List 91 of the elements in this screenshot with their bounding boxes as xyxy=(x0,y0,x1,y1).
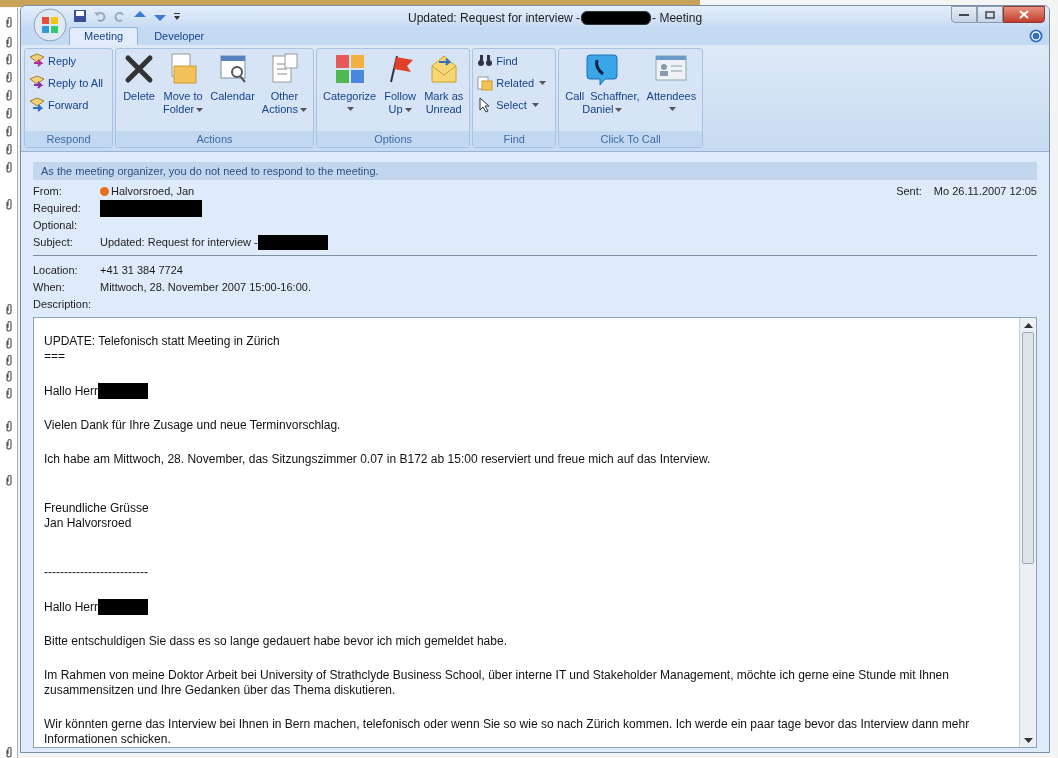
ribbon-button[interactable]: Find xyxy=(476,50,553,71)
close-icon xyxy=(1019,10,1029,19)
body-text: Freundliche Grüsse xyxy=(44,501,150,516)
field-label: From: xyxy=(33,184,63,200)
paperclip-icon xyxy=(5,161,13,173)
paperclip-icon xyxy=(5,71,13,83)
paperclip-icon xyxy=(5,303,13,315)
field-label: Sent: xyxy=(896,184,922,200)
redaction-bar xyxy=(98,383,148,399)
body-text: Vielen Dank für Ihre Zusage und neue Terminvorschlag. xyxy=(44,418,342,433)
ribbon-button[interactable]: Categorize xyxy=(319,51,380,131)
ribbon-button[interactable]: Calendar xyxy=(207,51,258,131)
undo-icon[interactable] xyxy=(93,9,107,23)
ribbon-button[interactable]: Call Schaffner, Daniel xyxy=(562,51,643,131)
ribbon-group-label: Options xyxy=(316,131,470,147)
reply-icon xyxy=(29,52,45,69)
documents-icon xyxy=(477,74,494,91)
ribbon-button[interactable]: Forward xyxy=(28,94,110,115)
paperclip-icon xyxy=(5,36,13,48)
body-text: UPDATE: Telefonisch statt Meeting in Zürich xyxy=(44,334,281,349)
paperclip-icon xyxy=(5,354,13,366)
ribbon-button[interactable]: Other Actions xyxy=(258,51,310,131)
body-text: Hallo Herr xyxy=(44,383,98,399)
field-label: Optional: xyxy=(33,218,79,234)
body-paragraph: Wir könnten gerne das Interview bei Ihnen in Bern machen, telefonisch oder wenn Sie so wie so nach Zürich kommen. Ich werde ein paar tage bevor das Interview dann mehr Informationen schicken. xyxy=(44,717,971,747)
field-label: When: xyxy=(33,280,66,296)
paperclip-icon xyxy=(5,420,13,432)
body-text: -------------------------- xyxy=(44,565,149,580)
reply-all-icon xyxy=(29,74,45,91)
ribbon-button[interactable]: Reply xyxy=(28,50,110,71)
paperclip-icon xyxy=(5,125,13,137)
redaction-bar xyxy=(98,599,148,615)
field-value: Mittwoch, 28. November 2007 15:00-16:00. xyxy=(100,280,311,296)
ribbon-button[interactable]: Delete xyxy=(119,51,160,131)
paperclip-icon xyxy=(5,474,13,486)
paperclip-icon xyxy=(5,89,13,101)
sender-name: Halvorsroed, Jan xyxy=(111,184,195,200)
minimize-button[interactable] xyxy=(951,6,977,23)
info-bar: As the meeting organizer, you do not need to respond to the meeting. xyxy=(33,162,1037,180)
ribbon-button[interactable]: Mark as Unread xyxy=(421,51,467,131)
ribbon-button[interactable]: Select xyxy=(476,94,553,115)
scrollbar[interactable] xyxy=(1019,318,1036,747)
paperclip-icon xyxy=(5,387,13,399)
forward-icon xyxy=(29,96,45,113)
ribbon-button[interactable]: Follow Up xyxy=(380,51,421,131)
redaction-bar xyxy=(581,11,652,25)
ribbon-button[interactable]: Reply to All xyxy=(28,72,110,93)
paperclip-icon xyxy=(5,438,13,450)
help-icon[interactable] xyxy=(1029,28,1043,43)
customize-caret-icon[interactable] xyxy=(173,11,181,21)
restore-icon xyxy=(985,10,995,19)
paperclip-icon xyxy=(5,16,13,28)
phone-icon xyxy=(585,51,620,86)
ribbon-group-label: Click To Call xyxy=(559,131,703,147)
body-paragraph: Im Rahmen von meine Doktor Arbeit bei University of Strathclyde Business School, über interne IT und Stakeholder Management, möchte ich gerne eine Stunde mit Ihnen zusammensitzen und Ihre Gedanken über das Thema diskutieren. xyxy=(44,668,950,698)
ribbon-button[interactable]: Move to Folder xyxy=(160,51,207,131)
paperclip-icon xyxy=(5,337,13,349)
paperclip-icon xyxy=(5,746,13,758)
ribbon-tab[interactable]: Developer xyxy=(140,26,219,45)
ribbon-button[interactable]: Related xyxy=(476,72,553,93)
close-button[interactable] xyxy=(1003,6,1045,23)
scrollbar-thumb[interactable] xyxy=(1022,332,1034,564)
window-title: Updated: Request for interview - xyxy=(408,10,581,27)
field-label: Subject: xyxy=(33,235,74,251)
paperclip-icon xyxy=(5,320,13,332)
body-text: Ich habe am Mittwoch, 28. November, das Sitzungszimmer 0.07 in B172 ab 15:00 reserviert und freue mich auf das Interview. xyxy=(44,452,712,467)
redaction-bar xyxy=(257,235,328,250)
redo-icon[interactable] xyxy=(113,9,127,23)
paperclip-icon xyxy=(5,198,13,210)
paperclip-icon xyxy=(5,370,13,382)
paperclip-icon xyxy=(5,107,13,119)
window-title: - Meeting xyxy=(652,10,703,27)
binoculars-icon xyxy=(477,52,494,69)
body-text: Hallo Herr xyxy=(44,599,98,615)
ribbon-group-label: Find xyxy=(473,131,556,147)
ribbon-group-label: Actions xyxy=(116,131,313,147)
maximize-button[interactable] xyxy=(977,6,1003,23)
body-text: Bitte entschuldigen Sie dass es so lange gedauert habe bevor ich mich gemeldet habe. xyxy=(44,634,508,649)
body-text: === xyxy=(44,349,67,364)
field-label: Description: xyxy=(33,297,93,313)
ribbon-group-label: Respond xyxy=(25,131,113,147)
field-value: +41 31 384 7724 xyxy=(100,263,183,279)
subject-text: Updated: Request for interview - xyxy=(100,235,258,251)
field-label: Required: xyxy=(33,201,82,217)
field-label: Location: xyxy=(33,263,79,279)
body-text: Jan Halvorsroed xyxy=(44,516,133,531)
paperclip-icon xyxy=(5,143,13,155)
sent-date: Mo 26.11.2007 12:05 xyxy=(933,184,1037,200)
ribbon-button[interactable]: Attendees xyxy=(643,51,700,131)
save-icon[interactable] xyxy=(73,9,87,23)
paperclip-icon xyxy=(5,53,13,65)
